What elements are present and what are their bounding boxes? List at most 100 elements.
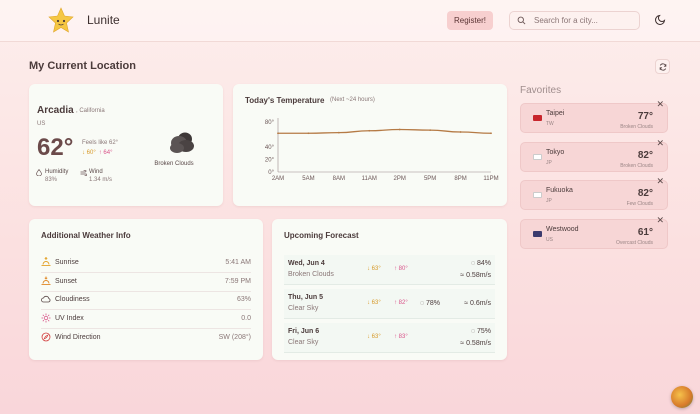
humidity-label: Humidity — [45, 169, 69, 175]
x-tick-label: 2AM — [272, 176, 284, 182]
forecast-date: Fri, Jun 6 — [288, 328, 320, 335]
temperature-point — [398, 128, 401, 131]
favorite-condition: Broken Clouds — [620, 163, 653, 169]
forecast-wind: ≈ 0.58m/s — [460, 272, 491, 279]
page-title: My Current Location — [29, 60, 136, 72]
avatar[interactable] — [671, 386, 693, 408]
favorite-city: Fukuoka — [546, 187, 573, 194]
favorite-card-tokyo[interactable]: Tokyo JP 82° Broken Clouds ✕ — [520, 138, 668, 172]
humidity-icon — [36, 169, 42, 176]
temperature-point — [429, 129, 432, 132]
favorite-card-westwood[interactable]: Westwood US 61° Overcast Clouds ✕ — [520, 215, 668, 249]
low-temp: ↓ 60° — [82, 150, 96, 156]
cloudiness-value: 63% — [236, 296, 251, 303]
low-high: ↓ 60° ↑ 64° — [82, 150, 113, 156]
uv-index-value: 0.0 — [241, 315, 251, 322]
temperature-point — [337, 131, 340, 134]
forecast-low: ↓ 63° — [367, 266, 381, 272]
wind-icon — [80, 170, 87, 176]
x-tick-label: 11AM — [362, 176, 377, 182]
search-input[interactable] — [534, 16, 634, 25]
temperature-line-chart: 80°40°20°0°2AM 5AM 8AM 11AM 2PM 5PM 8PM 11PM — [265, 118, 499, 182]
forecast-low: ↓ 63° — [367, 300, 381, 306]
city-name: Arcadia — [37, 105, 74, 116]
uv-index-label: UV Index — [55, 315, 84, 322]
sunset-label: Sunset — [55, 278, 77, 285]
additional-weather-card: Additional Weather Info Sunrise 5:41 AM … — [29, 219, 263, 360]
x-tick-label: 5PM — [424, 176, 436, 182]
sunrise-label: Sunrise — [55, 259, 79, 266]
sunset-row: Sunset 7:59 PM — [41, 274, 251, 292]
forecast-high: ↑ 83° — [394, 334, 408, 340]
logo-icon[interactable] — [47, 7, 75, 35]
search-box[interactable] — [509, 11, 640, 30]
wind-label: Wind — [89, 169, 103, 175]
additional-title: Additional Weather Info — [41, 231, 131, 240]
favorite-city: Tokyo — [546, 149, 565, 156]
cloudiness-label: Cloudiness — [55, 296, 90, 303]
humidity-stat: Humidity 83% — [36, 169, 69, 183]
forecast-wind: ≈ 0.6m/s — [464, 300, 491, 307]
temperature-point — [490, 132, 492, 135]
favorite-temp: 82° — [637, 188, 653, 199]
temperature-series-line — [278, 128, 492, 134]
condition-text: Broken Clouds — [154, 161, 194, 167]
forecast-row[interactable]: Thu, Jun 5 Clear Sky ↓ 63° ↑ 82° ◌ 78% ≈… — [284, 289, 495, 319]
y-tick-label: 20° — [265, 158, 275, 164]
x-tick-label: 11PM — [483, 176, 498, 182]
flag-icon — [533, 154, 542, 160]
forecast-humidity: ◌ 84% — [470, 260, 491, 267]
humidity-value: 83% — [45, 177, 58, 183]
forecast-card: Upcoming Forecast Wed, Jun 4 Broken Clou… — [272, 219, 507, 360]
favorite-country: JP — [546, 160, 552, 166]
favorite-city: Taipei — [546, 110, 565, 117]
remove-favorite-icon[interactable]: ✕ — [656, 215, 664, 226]
forecast-date: Wed, Jun 4 — [288, 260, 325, 267]
register-button[interactable]: Register! — [447, 11, 493, 30]
sunrise-icon — [41, 257, 51, 266]
y-tick-label: 80° — [265, 120, 275, 126]
favorite-country: US — [546, 237, 553, 243]
favorite-temp: 82° — [637, 150, 653, 161]
sunrise-value: 5:41 AM — [225, 259, 251, 266]
favorite-temp: 77° — [637, 111, 653, 122]
x-tick-label: 8AM — [333, 176, 345, 182]
temperature-point — [307, 132, 310, 135]
favorite-card-taipei[interactable]: Taipei TW 77° Broken Clouds ✕ — [520, 99, 668, 133]
forecast-condition: Clear Sky — [288, 339, 319, 346]
temperature-point — [277, 132, 279, 135]
broken-clouds-icon — [170, 132, 194, 153]
refresh-icon — [659, 62, 666, 71]
favorite-condition: Broken Clouds — [620, 124, 653, 130]
dark-mode-toggle-icon[interactable] — [655, 13, 667, 25]
favorite-condition: Few Clouds — [626, 201, 653, 207]
forecast-condition: Clear Sky — [288, 305, 319, 312]
forecast-row[interactable]: Wed, Jun 4 Broken Clouds ↓ 63° ↑ 80° ◌ 8… — [284, 255, 495, 285]
wind-stat: Wind 1.34 m/s — [80, 169, 113, 183]
uv-icon — [41, 313, 51, 323]
favorite-temp: 61° — [637, 227, 653, 238]
x-tick-label: 5AM — [302, 176, 314, 182]
favorite-card-fukuoka[interactable]: Fukuoka JP 82° Few Clouds ✕ — [520, 176, 668, 210]
current-temperature: 62° — [37, 134, 74, 161]
compass-icon — [41, 332, 51, 342]
remove-favorite-icon[interactable]: ✕ — [656, 138, 664, 149]
sunrise-row: Sunrise 5:41 AM — [41, 255, 251, 273]
x-tick-label: 2PM — [394, 176, 406, 182]
wind-direction-row: Wind Direction SW (208°) — [41, 330, 251, 348]
high-temp: ↑ 64° — [98, 150, 113, 156]
remove-favorite-icon[interactable]: ✕ — [656, 176, 664, 187]
favorite-country: TW — [546, 121, 554, 127]
app-name: Lunite — [87, 13, 120, 27]
refresh-button[interactable] — [655, 59, 670, 74]
wind-value: 1.34 m/s — [89, 177, 113, 183]
forecast-row[interactable]: Fri, Jun 6 Clear Sky ↓ 63° ↑ 83° ◌ 75% ≈… — [284, 323, 495, 353]
forecast-high: ↑ 80° — [394, 266, 408, 272]
flag-icon — [533, 115, 542, 121]
favorites-title: Favorites — [520, 85, 562, 96]
x-tick-label: 8PM — [454, 176, 466, 182]
flag-icon — [533, 231, 542, 237]
temperature-point — [368, 129, 371, 132]
current-weather-card: Arcadia , California US 62° Feels like 6… — [29, 84, 223, 206]
remove-favorite-icon[interactable]: ✕ — [656, 99, 664, 110]
